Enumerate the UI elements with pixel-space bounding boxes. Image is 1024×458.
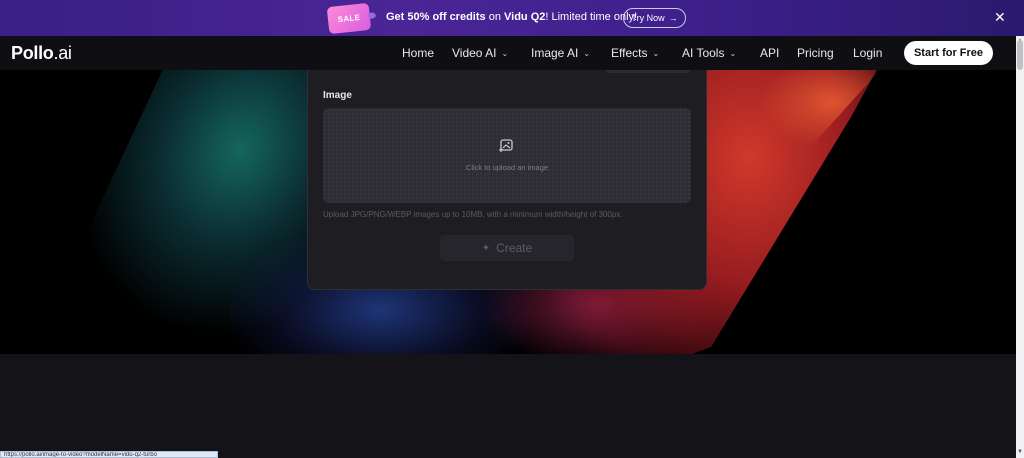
nav-item-label: Image AI <box>531 46 579 60</box>
status-bar-url: https://pollo.ai/image-to-video?modelNam… <box>0 451 218 458</box>
chevron-down-icon: ⌄ <box>501 48 509 58</box>
chevron-down-icon: ⌄ <box>652 48 660 58</box>
nav-item-label: API <box>760 46 780 60</box>
nav-item-home[interactable]: Home <box>402 46 452 60</box>
nav-item-label: Home <box>402 46 435 60</box>
upload-requirements-note: Upload JPG/PNG/WEBP images up to 10MB, w… <box>323 210 623 219</box>
panel-control-stub <box>606 70 690 73</box>
nav-item-label: AI Tools <box>682 46 725 60</box>
nav-menu: Home Video AI ⌄ Image AI ⌄ Effects ⌄ AI Tools ⌄ A… <box>402 46 882 60</box>
nav-item-image-ai[interactable]: Image AI ⌄ <box>531 46 611 60</box>
promo-text-model: Vidu Q2 <box>504 11 546 23</box>
scrollbar-thumb[interactable] <box>1017 40 1023 70</box>
vertical-scrollbar[interactable] <box>1016 36 1024 458</box>
logo-suffix: .ai <box>53 43 72 63</box>
create-button[interactable]: ✦ Create <box>440 235 574 261</box>
scroll-down-arrow-icon[interactable]: ▼ <box>1017 449 1023 455</box>
chevron-down-icon: ⌄ <box>583 48 591 58</box>
nav-item-label: Login <box>853 46 883 60</box>
start-for-free-button[interactable]: Start for Free <box>904 41 993 65</box>
logo[interactable]: Pollo.ai <box>11 43 72 64</box>
nav-item-video-ai[interactable]: Video AI ⌄ <box>452 46 531 60</box>
nav-item-effects[interactable]: Effects ⌄ <box>611 46 682 60</box>
promo-text-on: on <box>485 11 504 23</box>
nav-item-pricing[interactable]: Pricing <box>797 46 853 60</box>
sale-badge: SALE <box>326 2 372 35</box>
image-upload-icon <box>499 139 513 152</box>
image-upload-dropzone[interactable] <box>323 108 691 203</box>
nav-item-api[interactable]: API <box>760 46 797 60</box>
nav-item-label: Effects <box>611 46 648 60</box>
nav-item-label: Video AI <box>452 46 497 60</box>
promo-text-lead: Get 50% off credits <box>386 11 486 23</box>
try-now-button[interactable]: Try Now → <box>623 8 686 28</box>
top-navbar: Pollo.ai Home Video AI ⌄ Image AI ⌄ Effects ⌄ A… <box>0 36 1016 70</box>
nav-item-ai-tools[interactable]: AI Tools ⌄ <box>682 46 760 60</box>
page-lower-section <box>0 354 1016 458</box>
upload-hint: Click to upload an image <box>465 163 549 172</box>
image-section-label: Image <box>323 90 352 101</box>
logo-main: Pollo <box>11 43 54 63</box>
promo-banner: SALE Get 50% off credits on Vidu Q2! Lim… <box>0 0 1024 36</box>
close-icon[interactable]: ✕ <box>994 10 1006 24</box>
nav-item-login[interactable]: Login <box>853 46 882 60</box>
promo-text: Get 50% off credits on Vidu Q2! Limited … <box>386 11 637 23</box>
try-now-label: Try Now <box>631 13 665 23</box>
arrow-right-icon: → <box>668 13 678 23</box>
create-button-label: Create <box>496 241 533 255</box>
chevron-down-icon: ⌄ <box>729 48 737 58</box>
sparkle-icon: ✦ <box>481 242 491 254</box>
sale-badge-label: SALE <box>337 12 361 25</box>
nav-item-label: Pricing <box>797 46 834 60</box>
